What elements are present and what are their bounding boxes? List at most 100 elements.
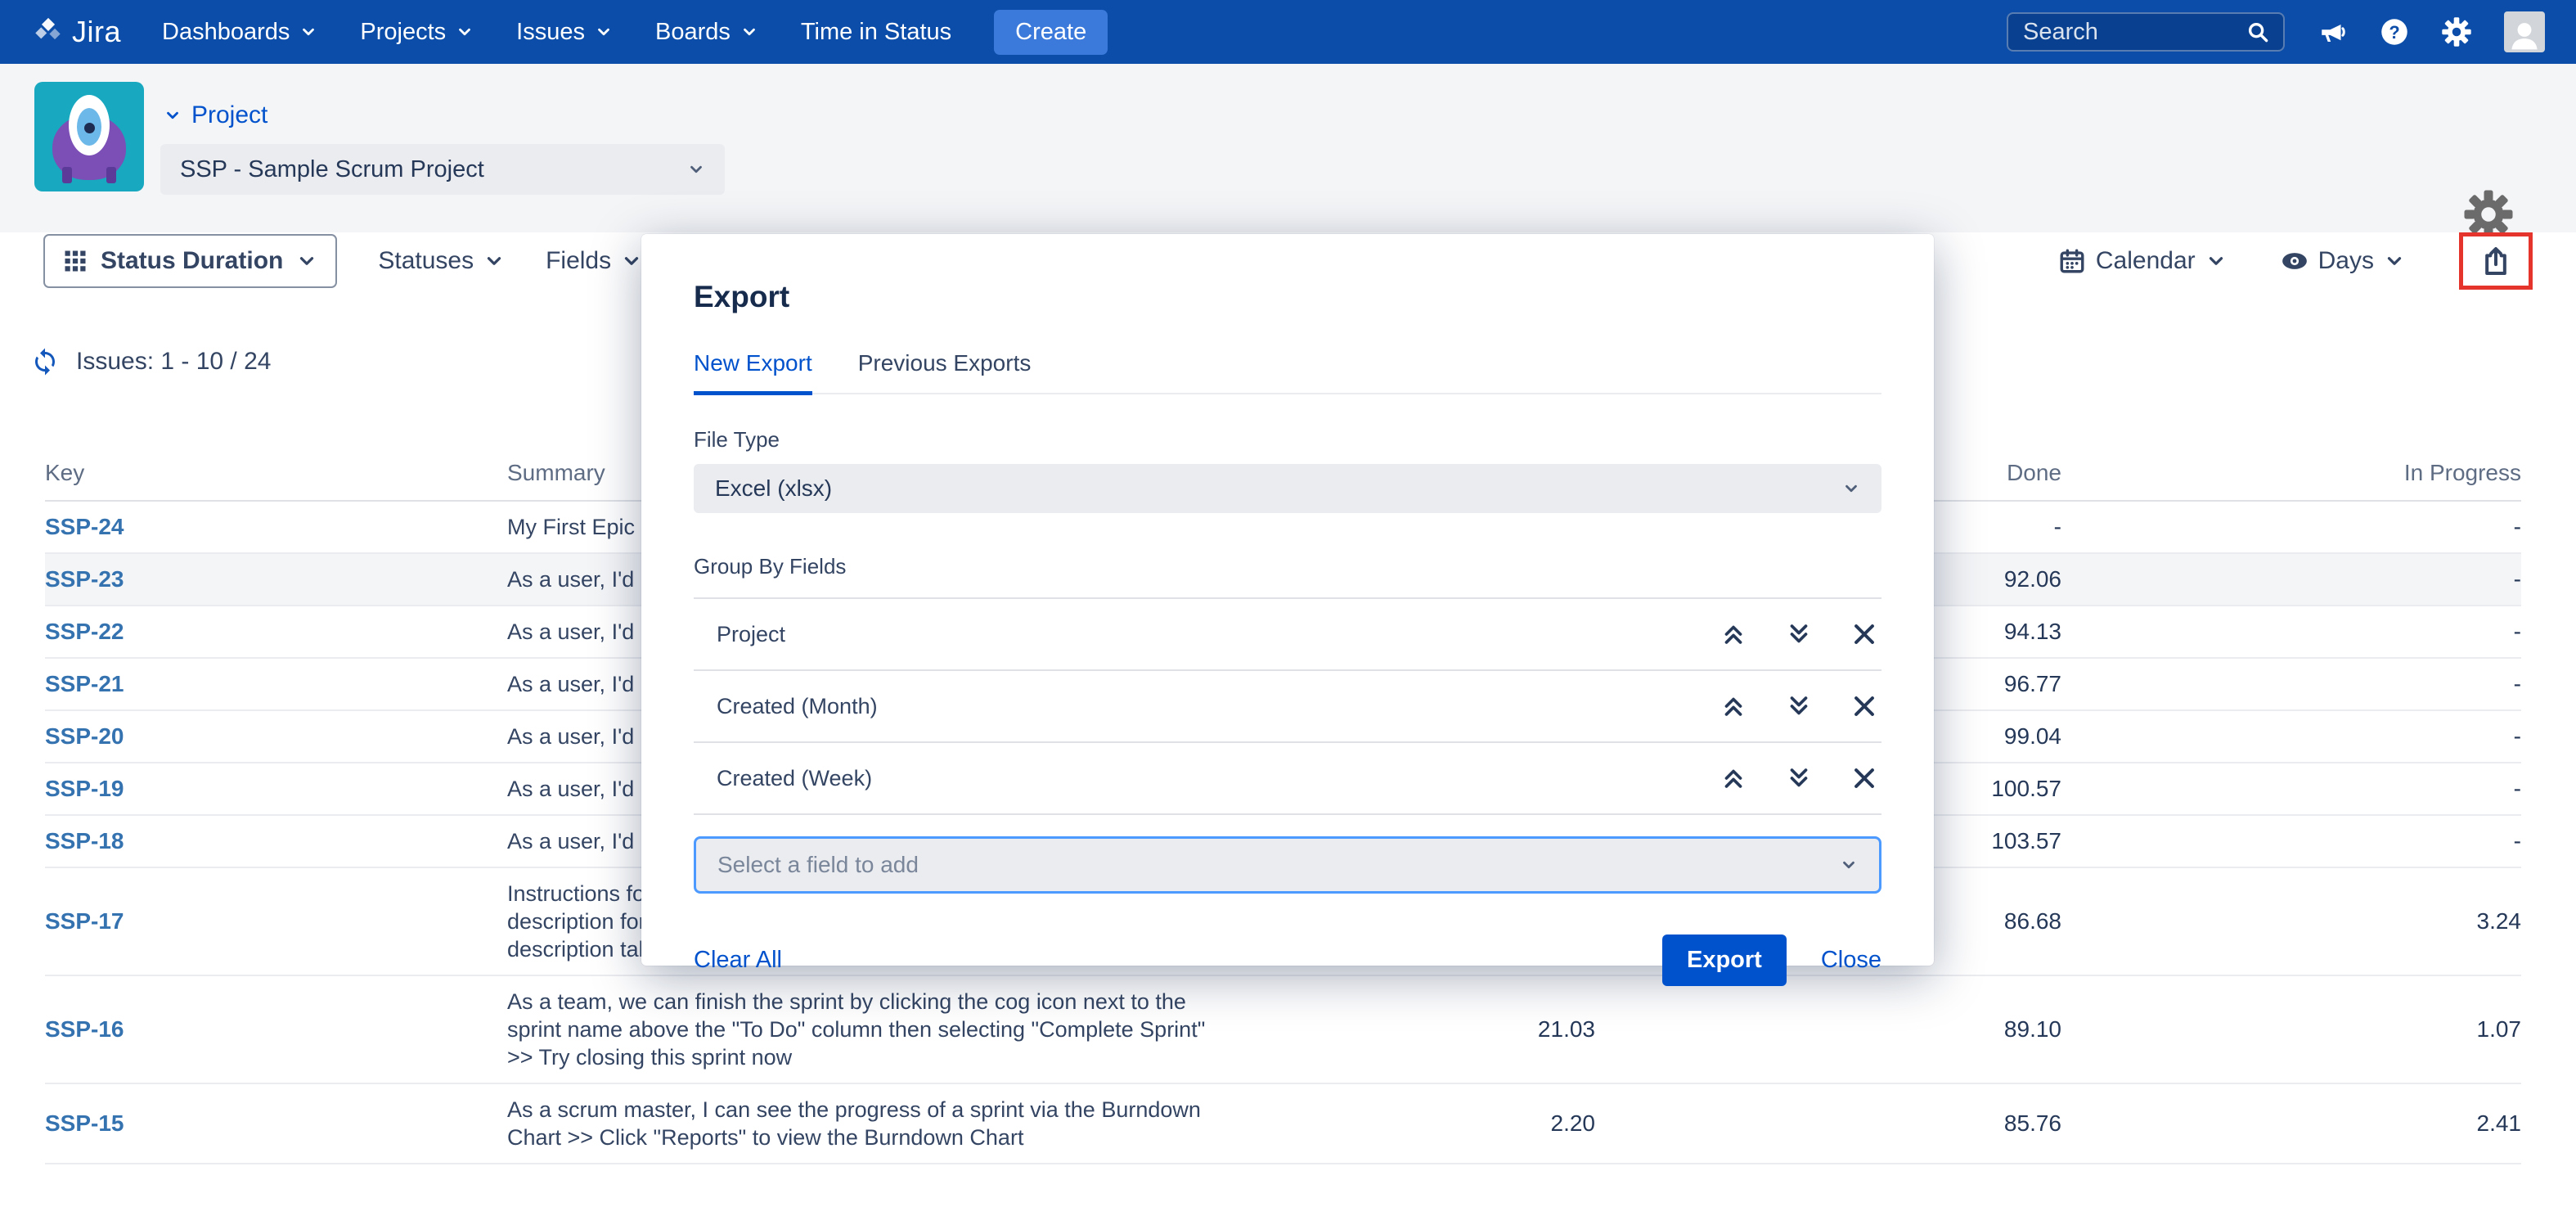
project-select[interactable]: SSP - Sample Scrum Project — [160, 144, 725, 195]
move-down-icon[interactable] — [1785, 620, 1813, 648]
cell-in-progress: - — [2061, 723, 2521, 750]
remove-icon[interactable] — [1850, 620, 1878, 648]
calendar-dropdown[interactable]: Calendar — [2058, 247, 2227, 275]
cell-value: 21.03 — [1325, 1016, 1595, 1043]
issue-summary: As a scrum master, I can see the progres… — [507, 1084, 1325, 1163]
eye-icon — [2281, 247, 2309, 275]
cell-in-progress: 3.24 — [2061, 908, 2521, 935]
project-breadcrumb[interactable]: Project — [164, 101, 267, 129]
move-up-icon[interactable] — [1720, 620, 1747, 648]
status-duration-label: Status Duration — [101, 247, 283, 275]
group-field-name: Created (Month) — [717, 694, 878, 719]
group-field-row: Project — [694, 599, 1881, 671]
user-avatar[interactable] — [2504, 11, 2545, 52]
issue-key-link[interactable]: SSP-22 — [45, 619, 507, 645]
move-up-icon[interactable] — [1720, 692, 1747, 720]
help-icon[interactable]: ? — [2380, 17, 2409, 47]
chevron-down-icon — [164, 106, 182, 124]
tab-new-export[interactable]: New Export — [694, 350, 812, 395]
jira-logo-icon — [31, 15, 65, 49]
chevron-down-icon — [2205, 250, 2227, 272]
issue-key-link[interactable]: SSP-16 — [45, 1016, 507, 1043]
issue-key-link[interactable]: SSP-19 — [45, 776, 507, 802]
statuses-dropdown[interactable]: Statuses — [378, 247, 505, 275]
app-root: Jira Dashboards Projects Issues Boards T… — [0, 0, 2576, 1216]
move-up-icon[interactable] — [1720, 764, 1747, 792]
cell-in-progress: 2.41 — [2061, 1110, 2521, 1137]
add-field-placeholder: Select a field to add — [717, 852, 919, 878]
group-field-row: Created (Month) — [694, 671, 1881, 743]
file-type-select[interactable]: Excel (xlsx) — [694, 464, 1881, 513]
clear-all-link[interactable]: Clear All — [694, 947, 782, 974]
move-down-icon[interactable] — [1785, 692, 1813, 720]
export-modal: Export New Export Previous Exports File … — [641, 234, 1934, 966]
file-type-value: Excel (xlsx) — [715, 475, 832, 502]
issue-key-link[interactable]: SSP-21 — [45, 671, 507, 697]
brand-text: Jira — [72, 15, 121, 49]
chevron-down-icon — [1840, 856, 1858, 874]
project-breadcrumb-label: Project — [191, 101, 267, 129]
close-link[interactable]: Close — [1821, 947, 1881, 974]
fields-dropdown[interactable]: Fields — [546, 247, 642, 275]
search-box[interactable] — [2007, 12, 2285, 52]
group-field-name: Project — [717, 622, 785, 647]
move-down-icon[interactable] — [1785, 764, 1813, 792]
nav-item-label: Issues — [516, 19, 585, 46]
export-button-highlighted[interactable] — [2459, 232, 2533, 290]
column-header-key[interactable]: Key — [45, 460, 507, 486]
gear-icon[interactable] — [2442, 17, 2471, 47]
nav-item-boards[interactable]: Boards — [655, 19, 758, 46]
remove-icon[interactable] — [1850, 692, 1878, 720]
fields-label: Fields — [546, 247, 611, 275]
nav-item-label: Time in Status — [801, 19, 951, 46]
issue-key-link[interactable]: SSP-17 — [45, 908, 507, 935]
project-header: Project SSP - Sample Scrum Project — [0, 64, 2576, 234]
nav-item-issues[interactable]: Issues — [516, 19, 613, 46]
top-nav: Jira Dashboards Projects Issues Boards T… — [0, 0, 2576, 64]
chevron-down-icon — [595, 23, 613, 41]
nav-right: ? — [2007, 11, 2545, 52]
issue-key-link[interactable]: SSP-24 — [45, 514, 507, 540]
issue-summary: As a team, we can finish the sprint by c… — [507, 976, 1325, 1083]
project-select-value: SSP - Sample Scrum Project — [180, 156, 484, 183]
group-field-actions — [1720, 764, 1881, 792]
calendar-icon — [2058, 247, 2086, 275]
column-header-in-progress[interactable]: In Progress — [2061, 460, 2521, 486]
tab-previous-exports[interactable]: Previous Exports — [858, 350, 1032, 393]
nav-item-time-in-status[interactable]: Time in Status — [801, 19, 951, 46]
modal-tabs: New Export Previous Exports — [694, 350, 1881, 394]
nav-item-dashboards[interactable]: Dashboards — [162, 19, 317, 46]
group-by-fields-label: Group By Fields — [694, 554, 1881, 579]
refresh-icon[interactable] — [30, 347, 60, 376]
issue-key-link[interactable]: SSP-23 — [45, 566, 507, 592]
export-submit-button[interactable]: Export — [1662, 935, 1787, 986]
chevron-down-icon — [1842, 480, 1860, 498]
cell-in-progress: - — [2061, 566, 2521, 592]
calendar-label: Calendar — [2096, 247, 2196, 275]
cell-in-progress: - — [2061, 514, 2521, 540]
person-icon — [2506, 16, 2542, 52]
issue-key-link[interactable]: SSP-15 — [45, 1110, 507, 1137]
nav-item-projects[interactable]: Projects — [360, 19, 474, 46]
remove-icon[interactable] — [1850, 764, 1878, 792]
days-dropdown[interactable]: Days — [2281, 247, 2405, 275]
status-duration-button[interactable]: Status Duration — [43, 234, 337, 288]
megaphone-icon[interactable] — [2318, 17, 2347, 47]
group-field-actions — [1720, 620, 1881, 648]
cell-in-progress: - — [2061, 776, 2521, 802]
issue-key-link[interactable]: SSP-20 — [45, 723, 507, 750]
settings-gear-icon[interactable] — [2464, 190, 2513, 239]
search-input[interactable] — [2021, 18, 2246, 47]
file-type-label: File Type — [694, 427, 1881, 453]
create-button[interactable]: Create — [994, 10, 1108, 55]
cell-done: 85.76 — [1595, 1110, 2061, 1137]
issues-count-text: Issues: 1 - 10 / 24 — [76, 348, 271, 376]
cell-value: 2.20 — [1325, 1110, 1595, 1137]
add-field-select[interactable]: Select a field to add — [694, 836, 1881, 894]
nav-item-label: Dashboards — [162, 19, 290, 46]
cell-in-progress: 1.07 — [2061, 1016, 2521, 1043]
modal-footer: Clear All Export Close — [694, 935, 1881, 986]
issue-key-link[interactable]: SSP-18 — [45, 828, 507, 854]
search-icon[interactable] — [2246, 20, 2270, 44]
jira-logo[interactable]: Jira — [31, 15, 121, 49]
